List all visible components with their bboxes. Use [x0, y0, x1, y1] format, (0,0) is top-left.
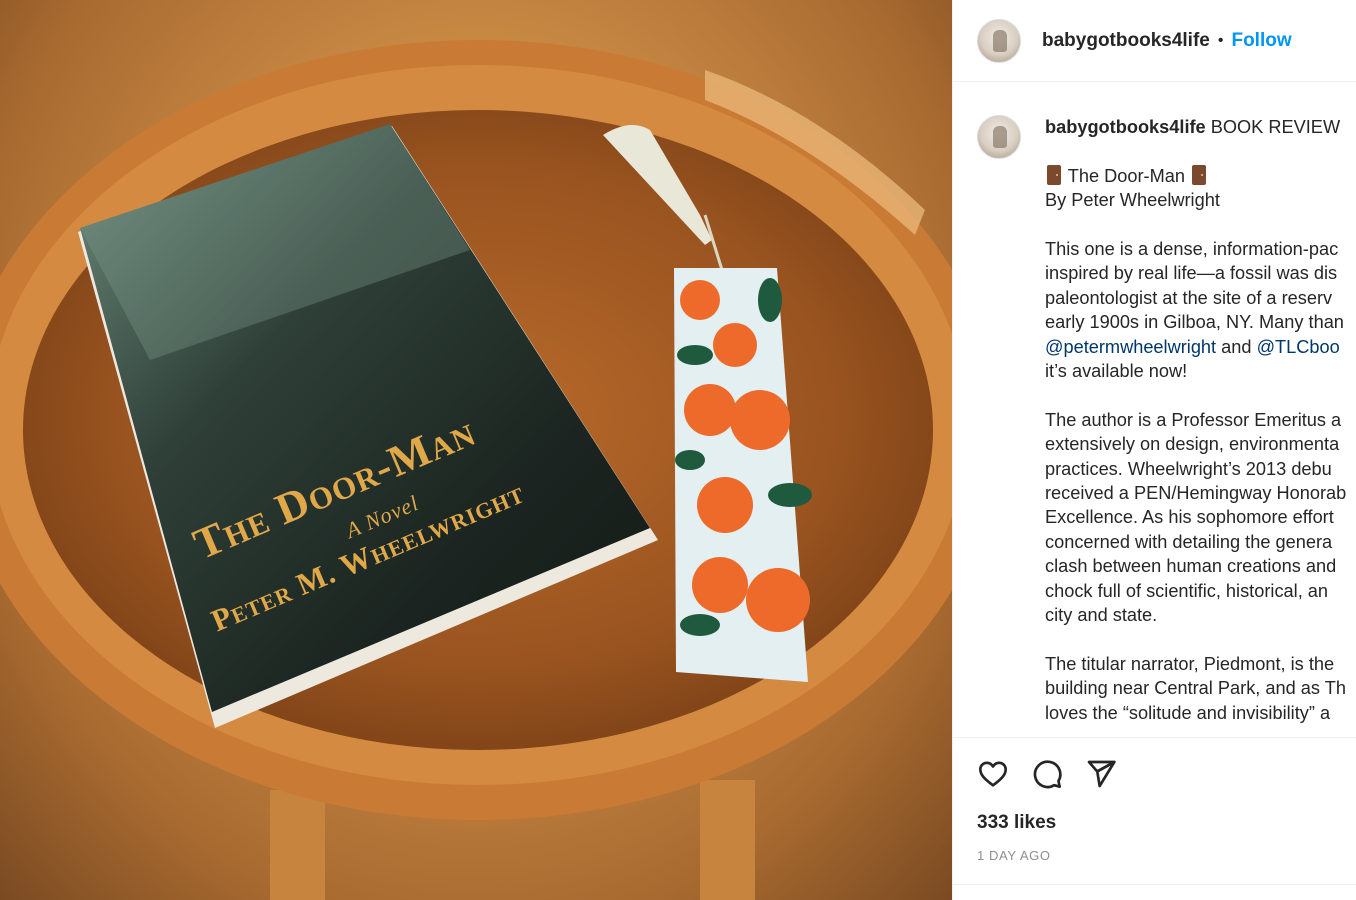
caption-area[interactable]: babygotbooks4life BOOK REVIEW The Door-M… [953, 82, 1356, 737]
avatar[interactable] [977, 18, 1021, 63]
caption-paragraph-1: This one is a dense, information-pac ins… [1045, 239, 1344, 382]
actions-area: 333 likes 1 DAY AGO [953, 737, 1356, 885]
post-side-panel: babygotbooks4life • Follow babygotbooks4… [952, 0, 1356, 900]
post-header: babygotbooks4life • Follow [953, 0, 1356, 82]
caption-username[interactable]: babygotbooks4life [1045, 117, 1206, 137]
caption-book-title: The Door-Man [1067, 165, 1185, 186]
follow-button[interactable]: Follow [1231, 30, 1291, 52]
heart-icon[interactable] [977, 758, 1009, 790]
caption-avatar[interactable] [977, 115, 1021, 159]
mention-link[interactable]: @TLCboo [1257, 337, 1340, 357]
action-icons [977, 758, 1117, 790]
caption-paragraph-3: The titular narrator, Piedmont, is the b… [1045, 653, 1346, 723]
share-icon[interactable] [1085, 758, 1117, 790]
divider [953, 884, 1356, 900]
likes-count[interactable]: 333 likes [977, 812, 1056, 834]
photo-scene [0, 40, 952, 900]
mention-link[interactable]: @petermwheelwright [1045, 337, 1216, 357]
header-separator: • [1217, 31, 1224, 49]
caption-text: babygotbooks4life BOOK REVIEW The Door-M… [1045, 115, 1356, 737]
post-timestamp[interactable]: 1 DAY AGO [977, 848, 1051, 863]
header-username[interactable]: babygotbooks4life [1042, 30, 1210, 52]
caption-byline: By Peter Wheelwright [1045, 190, 1220, 211]
post-image[interactable]: The Door-Man A Novel Peter M. Wheelwrigh… [0, 0, 952, 900]
door-emoji-icon [1047, 164, 1061, 185]
caption-paragraph-2: The author is a Professor Emeritus a ext… [1045, 409, 1347, 626]
comment-icon[interactable] [1031, 758, 1063, 790]
door-emoji-icon [1192, 164, 1207, 185]
caption-lead: BOOK REVIEW [1210, 117, 1341, 137]
